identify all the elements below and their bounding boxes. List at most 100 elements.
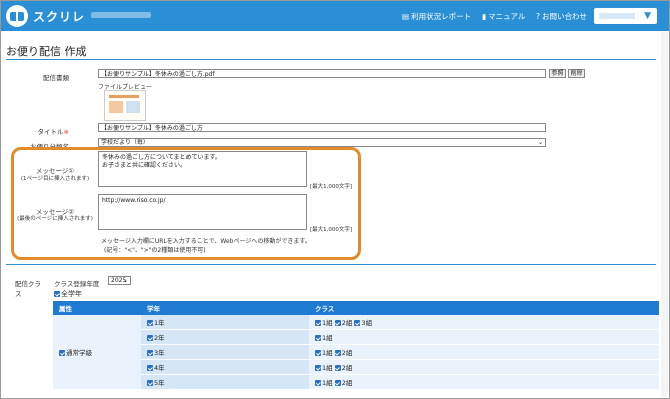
category-select[interactable]: 学校だより（毎） ⌄ [98, 138, 546, 147]
delete-button[interactable]: 削除 [568, 69, 585, 78]
class-checkbox[interactable]: 1組 [315, 319, 333, 327]
class-cell: 1組 2組 [309, 374, 659, 390]
table-row: 2年 1組 [53, 329, 659, 345]
app-logo[interactable] [6, 5, 28, 27]
class-label: 1組 [322, 379, 333, 387]
url-note-line1: メッセージ入力欄にURLを入力することで、Webページへの移動ができます。 [101, 238, 311, 245]
checkbox-checked-icon [315, 380, 321, 386]
class-checkbox[interactable]: 1組 [315, 349, 333, 357]
class-checkbox[interactable]: 3組 [354, 319, 372, 327]
class-checkbox[interactable]: 2組 [334, 364, 353, 372]
user-name-redacted [599, 13, 635, 19]
table-row: 5年 1組 2組 [53, 374, 659, 390]
question-icon: ? [536, 12, 540, 21]
grade-cell[interactable]: 4年 [141, 359, 309, 375]
message2-sublabel: (最後のページに挿入されます) [17, 216, 93, 222]
checkbox-checked-icon [315, 320, 321, 326]
grade-cell[interactable]: 3年 [141, 344, 309, 360]
class-label: 3組 [361, 319, 373, 327]
class-label: 2組 [341, 379, 353, 387]
book-icon [10, 12, 24, 21]
nav-manual-link[interactable]: ▮ マニュアル [482, 11, 525, 22]
grade-label: 1年 [154, 319, 165, 327]
class-checkbox[interactable]: 2組 [334, 349, 353, 357]
col-attr-header: 属性 [53, 301, 141, 315]
class-cell: 1組 2組 [309, 344, 659, 360]
title-divider [6, 59, 656, 60]
class-section-label: 配信クラス [15, 280, 41, 298]
class-checkbox[interactable]: 1組 [315, 364, 333, 372]
manual-icon: ▮ [482, 12, 487, 21]
table-row: 通常学級 1年 1組 2組 3組 [53, 315, 659, 390]
message2-max-chars: [最大1,000文字] [310, 227, 353, 233]
grade-label: 2年 [154, 334, 165, 342]
checkbox-checked-icon [315, 335, 321, 341]
year-select[interactable]: 2025 ⌄ [108, 276, 131, 285]
checkbox-checked-icon [334, 350, 341, 356]
message1-sublabel: (1ページ目に挿入されます) [20, 176, 90, 182]
brand-name[interactable]: スクリレ [33, 8, 85, 25]
all-grades-checkbox[interactable]: 全学年 [54, 289, 82, 299]
chevron-down-icon: ⌄ [537, 139, 543, 146]
class-checkbox[interactable]: 2組 [334, 319, 353, 327]
grade-cell[interactable]: 5年 [141, 374, 309, 390]
grade-label: 4年 [154, 364, 165, 372]
school-name-redacted [91, 12, 151, 18]
checkbox-checked-icon [147, 365, 153, 371]
class-checkbox[interactable]: 2組 [334, 379, 353, 387]
title-input[interactable]: 【お便りサンプル】冬休みの過ごし方 [98, 123, 546, 132]
section-divider [6, 264, 656, 265]
nav-contact-label: お問い合わせ [541, 12, 587, 21]
category-value: 学校だより（毎） [101, 139, 149, 146]
table-row: 3年 1組 2組 [53, 344, 659, 360]
nav-report-link[interactable]: ▤ 利用状況レポート [402, 11, 471, 22]
file-preview-thumbnail[interactable] [104, 90, 146, 121]
checkbox-checked-icon [54, 291, 60, 297]
col-class-header: クラス [309, 301, 659, 315]
preview-image-right [126, 101, 140, 113]
grade-label: 3年 [154, 349, 165, 357]
nav-report-label: 利用状況レポート [411, 12, 472, 21]
chevron-down-icon: ▼ [644, 11, 651, 21]
class-cell: 1組 [309, 329, 659, 345]
app-window: スクリレ ▤ 利用状況レポート ▮ マニュアル ? お問い合わせ ▼ お便り配信 作成… [0, 0, 670, 399]
page-title: お便り配信 作成 [6, 45, 87, 58]
title-label: タイトル※ [21, 126, 69, 136]
message2-textarea[interactable]: http://www.riso.co.jp/ [98, 194, 307, 230]
checkbox-checked-icon [334, 380, 341, 386]
class-checkbox[interactable]: 1組 [315, 334, 333, 342]
top-bar: スクリレ ▤ 利用状況レポート ▮ マニュアル ? お問い合わせ ▼ [1, 1, 669, 31]
class-label: 2組 [341, 319, 353, 327]
class-label: 1組 [322, 334, 333, 342]
message1-textarea[interactable]: 冬休みの過ごし方についてまとめています。 お子さまと共に確認ください。 [98, 151, 307, 187]
checkbox-checked-icon [147, 320, 153, 326]
checkbox-checked-icon [147, 335, 153, 341]
class-cell: 1組 2組 [309, 359, 659, 375]
nav-contact-link[interactable]: ? お問い合わせ [536, 11, 587, 22]
class-label: 1組 [322, 364, 333, 372]
class-label: 2組 [341, 364, 353, 372]
browse-button[interactable]: 参照 [549, 69, 566, 78]
table-header-row: 属性 学年 クラス [53, 301, 659, 315]
class-label: 2組 [341, 349, 353, 357]
checkbox-checked-icon [334, 365, 341, 371]
user-menu-select[interactable]: ▼ [594, 8, 657, 24]
class-table: 属性 学年 クラス 通常学級 1年 1組 2組 3組 2年 1組 3年 1組 2… [53, 301, 659, 390]
attr-label: 通常学級 [66, 349, 92, 357]
grade-cell[interactable]: 2年 [141, 329, 309, 345]
title-label-text: タイトル [37, 128, 64, 136]
grade-label: 5年 [154, 379, 165, 387]
vertical-scrollbar[interactable] [661, 32, 668, 397]
message1-line1: 冬休みの過ごし方についてまとめています。 [102, 154, 221, 161]
report-icon: ▤ [402, 12, 410, 21]
checkbox-checked-icon [334, 320, 341, 326]
col-grade-header: 学年 [141, 301, 309, 315]
checkbox-checked-icon [354, 320, 361, 326]
year-label: クラス登録年度 [54, 280, 100, 288]
all-grades-label: 全学年 [61, 290, 82, 298]
class-checkbox[interactable]: 1組 [315, 379, 333, 387]
checkbox-checked-icon [315, 350, 321, 356]
grade-cell[interactable]: 1年 [141, 315, 309, 330]
attr-cell[interactable]: 通常学級 [53, 315, 141, 390]
file-input[interactable]: 【お便りサンプル】冬休みの過ごし方.pdf [98, 69, 546, 78]
